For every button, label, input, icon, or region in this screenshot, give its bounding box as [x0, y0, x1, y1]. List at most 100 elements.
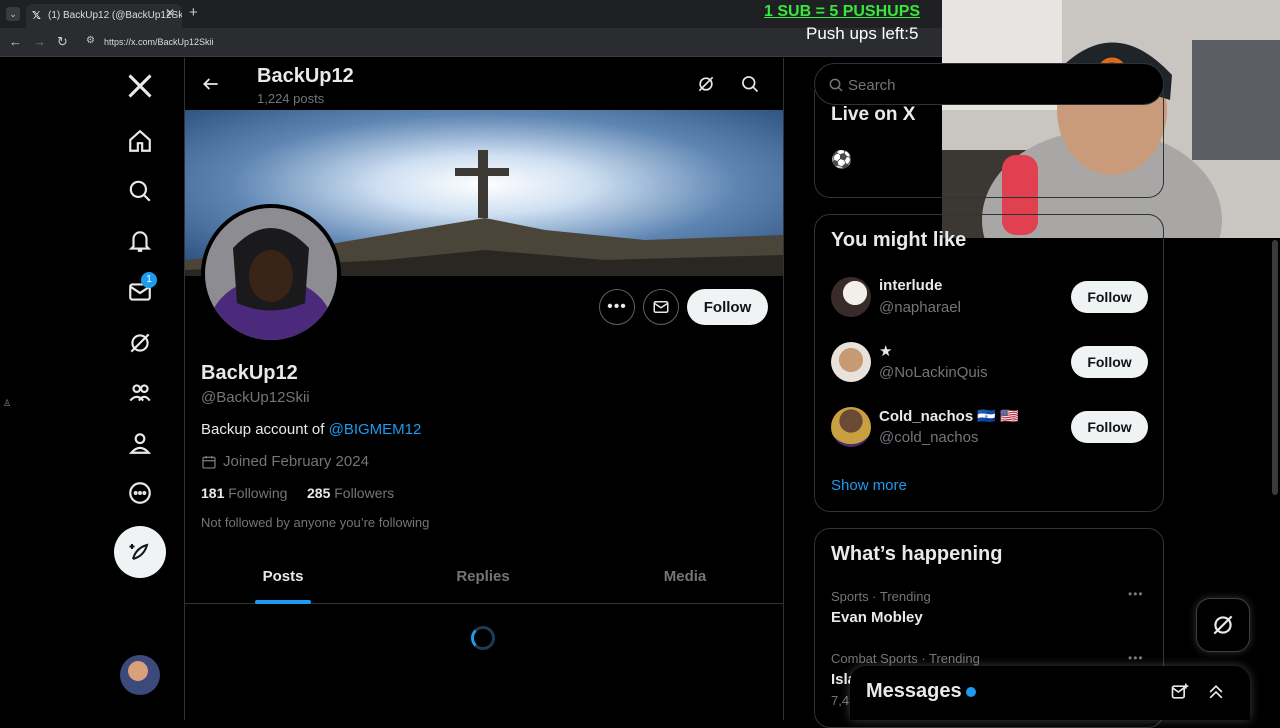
show-more-link[interactable]: Show more — [831, 477, 907, 494]
tab-posts-label: Posts — [262, 567, 304, 585]
profile-handle: @BackUp12Skii — [201, 389, 310, 406]
new-message-icon[interactable] — [1170, 682, 1190, 702]
browser-tab[interactable]: 𝕏 (1) BackUp12 (@BackUp12Skii — [26, 4, 182, 28]
tab-posts[interactable]: Posts — [185, 548, 381, 604]
grok-floating-button[interactable] — [1196, 598, 1250, 652]
new-tab-icon[interactable]: + — [189, 4, 198, 21]
back-button[interactable] — [201, 74, 221, 94]
trend-item[interactable]: Sports · Trending Evan Mobley ••• — [815, 587, 1163, 643]
profile-tabs: Posts Replies Media — [185, 548, 783, 604]
trend-count: 7,4 — [831, 693, 850, 708]
profile-column: BackUp12 1,224 posts ••• Follow BackUp12… — [184, 58, 784, 720]
joined-date: Joined February 2024 — [201, 453, 369, 470]
grok-icon[interactable] — [124, 327, 156, 359]
tab-close-icon[interactable]: ✕ — [165, 6, 175, 20]
trend-more-icon[interactable]: ••• — [1128, 587, 1144, 601]
expand-up-icon[interactable] — [1206, 682, 1226, 702]
following-link[interactable]: 181 Following — [201, 485, 287, 501]
tab-posts-underline — [255, 600, 311, 604]
tab-media-label: Media — [663, 567, 707, 585]
suggestion-name: ★ — [879, 343, 893, 360]
live-title: Live on X — [831, 104, 916, 125]
happening-title: What’s happening — [831, 543, 1003, 565]
profile-avatar[interactable] — [201, 204, 341, 344]
might-like-title: You might like — [831, 229, 967, 251]
following-label: Following — [228, 485, 288, 501]
overlay-sub-text: 1 SUB = 5 PUSHUPS — [764, 3, 921, 20]
bio-mention-link[interactable]: @BIGMEM12 — [329, 421, 422, 438]
messages-drawer[interactable]: Messages — [850, 666, 1250, 720]
live-soccer-icon[interactable]: ⚽ — [831, 150, 852, 170]
x-favicon-icon: 𝕏 — [32, 10, 41, 22]
url-field[interactable]: https://x.com/BackUp12Skii — [104, 37, 214, 47]
back-nav-icon[interactable]: ← — [9, 34, 22, 49]
suggestion-follow-button[interactable]: Follow — [1071, 281, 1148, 313]
not-followed-text: Not followed by anyone you’re following — [201, 515, 430, 530]
page-scrollbar[interactable] — [1272, 240, 1278, 495]
more-icon[interactable] — [124, 477, 156, 509]
communities-icon[interactable] — [124, 377, 156, 409]
more-options-button[interactable]: ••• — [599, 289, 635, 325]
reload-icon[interactable]: ↻ — [57, 34, 68, 50]
header-name: BackUp12 — [257, 65, 354, 87]
header-search-icon[interactable] — [740, 74, 760, 99]
account-avatar[interactable] — [120, 655, 160, 695]
tab-media[interactable]: Media — [587, 548, 783, 604]
followers-link[interactable]: 285 Followers — [307, 485, 394, 501]
live-on-x-card: Live on X ⚽ — [814, 90, 1164, 198]
tab-title: (1) BackUp12 (@BackUp12Skii — [48, 10, 182, 21]
ellipsis-icon: ••• — [607, 298, 627, 315]
x-logo-icon[interactable] — [124, 70, 156, 102]
who-to-follow-card: You might like interlude @napharael Foll… — [814, 214, 1164, 512]
trend-context: Sports · Trending — [831, 589, 931, 604]
suggestion-row[interactable]: ★ @NoLackinQuis Follow — [815, 336, 1163, 400]
mail-icon[interactable]: 1 — [124, 272, 157, 308]
suggestion-follow-button[interactable]: Follow — [1071, 411, 1148, 443]
suggestion-avatar — [831, 407, 871, 447]
suggestion-row[interactable]: interlude @napharael Follow — [815, 271, 1163, 335]
suggestion-follow-button[interactable]: Follow — [1071, 346, 1148, 378]
messages-unread-dot — [966, 687, 976, 697]
suggestion-row[interactable]: Cold_nachos 🇸🇻 🇺🇸 @cold_nachos Follow — [815, 401, 1163, 465]
profile-icon[interactable] — [124, 427, 156, 459]
suggestion-avatar — [831, 277, 871, 317]
suggestion-handle: @napharael — [879, 299, 961, 316]
compose-post-button[interactable] — [114, 526, 166, 578]
arrow-left-icon — [203, 78, 218, 90]
message-button[interactable] — [643, 289, 679, 325]
site-info-icon[interactable]: ⚙ — [86, 35, 95, 46]
tab-list-chevron-icon[interactable]: ⌄ — [6, 7, 20, 21]
suggestion-name: Cold_nachos 🇸🇻 🇺🇸 — [879, 408, 1019, 425]
notification-badge: 1 — [141, 272, 157, 288]
profile-name: BackUp12 — [201, 362, 298, 384]
trend-topic: Evan Mobley — [831, 609, 923, 626]
suggestion-handle: @cold_nachos — [879, 429, 979, 446]
follow-button[interactable]: Follow — [687, 289, 768, 325]
trend-more-icon[interactable]: ••• — [1128, 651, 1144, 665]
tab-replies-label: Replies — [456, 567, 510, 585]
suggestion-avatar — [831, 342, 871, 382]
edge-handle-icon: ♙ — [3, 398, 12, 408]
suggestion-handle: @NoLackinQuis — [879, 364, 988, 381]
grok-icon — [1213, 615, 1233, 635]
messages-title: Messages — [866, 680, 962, 702]
feather-plus-icon — [129, 543, 149, 560]
bio-text: Backup account of — [201, 421, 329, 438]
followers-count: 285 — [307, 485, 331, 501]
mail-icon — [653, 301, 669, 313]
profile-bio: Backup account of @BIGMEM12 — [201, 421, 421, 438]
header-post-count: 1,224 posts — [257, 91, 325, 106]
forward-nav-icon[interactable]: → — [33, 34, 46, 49]
search-icon[interactable] — [124, 175, 156, 207]
joined-text: Joined February 2024 — [223, 453, 369, 470]
followers-label: Followers — [334, 485, 395, 501]
loading-spinner — [471, 626, 495, 650]
bell-icon[interactable] — [124, 225, 156, 257]
avatar-image — [205, 208, 337, 340]
grok-header-icon[interactable] — [696, 74, 716, 99]
suggestion-name: interlude — [879, 277, 943, 294]
calendar-icon — [202, 455, 216, 469]
home-icon[interactable] — [124, 125, 156, 157]
tab-replies[interactable]: Replies — [385, 548, 581, 604]
following-count: 181 — [201, 485, 225, 501]
